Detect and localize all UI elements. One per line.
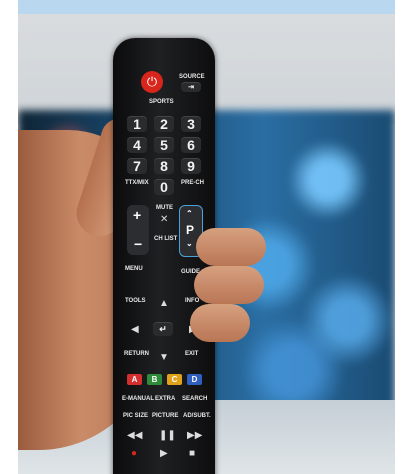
arrow-up-icon: ▲ xyxy=(159,298,169,309)
extra-label: EXTRA xyxy=(155,396,176,402)
search-label: SEARCH xyxy=(182,396,208,402)
fast-forward-icon: ▶▶ xyxy=(187,430,203,441)
source-label: SOURCE xyxy=(179,74,205,80)
record-icon: ● xyxy=(131,448,138,459)
finger xyxy=(196,228,266,266)
enter-icon: ↵ xyxy=(153,322,173,336)
number-button: 3 xyxy=(181,116,201,132)
tools-label: TOOLS xyxy=(125,298,146,304)
number-button: 7 xyxy=(127,158,147,174)
info-label: INFO xyxy=(185,298,200,304)
color-button-c: C xyxy=(167,374,182,385)
color-button-d: D xyxy=(187,374,202,385)
plus-icon: + xyxy=(133,207,142,223)
finger xyxy=(190,304,250,342)
arrow-left-icon: ◀ xyxy=(131,324,139,335)
mute-icon: ✕ xyxy=(160,214,169,225)
number-button: 4 xyxy=(127,137,147,153)
number-button: 8 xyxy=(154,158,174,174)
minus-icon: − xyxy=(134,236,143,252)
volume-rocker: + − xyxy=(127,205,149,255)
number-button: 6 xyxy=(181,137,201,153)
power-icon: ⏻ xyxy=(141,71,163,93)
top-band xyxy=(18,0,395,14)
number-button: 0 xyxy=(154,179,174,195)
number-button: 9 xyxy=(181,158,201,174)
arrow-down-icon: ▼ xyxy=(159,352,169,363)
chevron-down-icon: ⌄ xyxy=(186,239,193,248)
picsize-label: PIC SIZE xyxy=(123,413,149,419)
finger xyxy=(194,266,264,304)
chlist-label: CH LIST xyxy=(154,236,178,242)
emanual-label: E-MANUAL xyxy=(122,396,154,402)
pause-icon: ❚❚ xyxy=(159,430,176,441)
return-label: RETURN xyxy=(124,351,149,357)
channel-label: P xyxy=(186,223,195,237)
color-button-b: B xyxy=(147,374,162,385)
mute-label: MUTE xyxy=(156,205,173,211)
number-button: 2 xyxy=(154,116,174,132)
color-button-a: A xyxy=(127,374,142,385)
exit-label: EXIT xyxy=(185,351,199,357)
rewind-icon: ◀◀ xyxy=(127,430,143,441)
source-button: ⇥ xyxy=(181,82,201,92)
number-button: 5 xyxy=(154,137,174,153)
prech-label: PRE-CH xyxy=(181,180,205,186)
adsubt-label: AD/SUBT. xyxy=(183,413,211,419)
sports-label: SPORTS xyxy=(149,99,174,105)
picture-label: PICTURE xyxy=(152,413,179,419)
ttx-label: TTX/MIX xyxy=(125,180,149,186)
play-icon: ▶ xyxy=(160,448,168,459)
photo: ⏻ SOURCE ⇥ SPORTS 1 2 3 4 5 6 7 8 9 TTX/… xyxy=(18,0,395,474)
stop-icon: ■ xyxy=(189,448,196,459)
menu-label: MENU xyxy=(125,266,143,272)
chevron-up-icon: ⌃ xyxy=(186,209,193,218)
number-button: 1 xyxy=(127,116,147,132)
